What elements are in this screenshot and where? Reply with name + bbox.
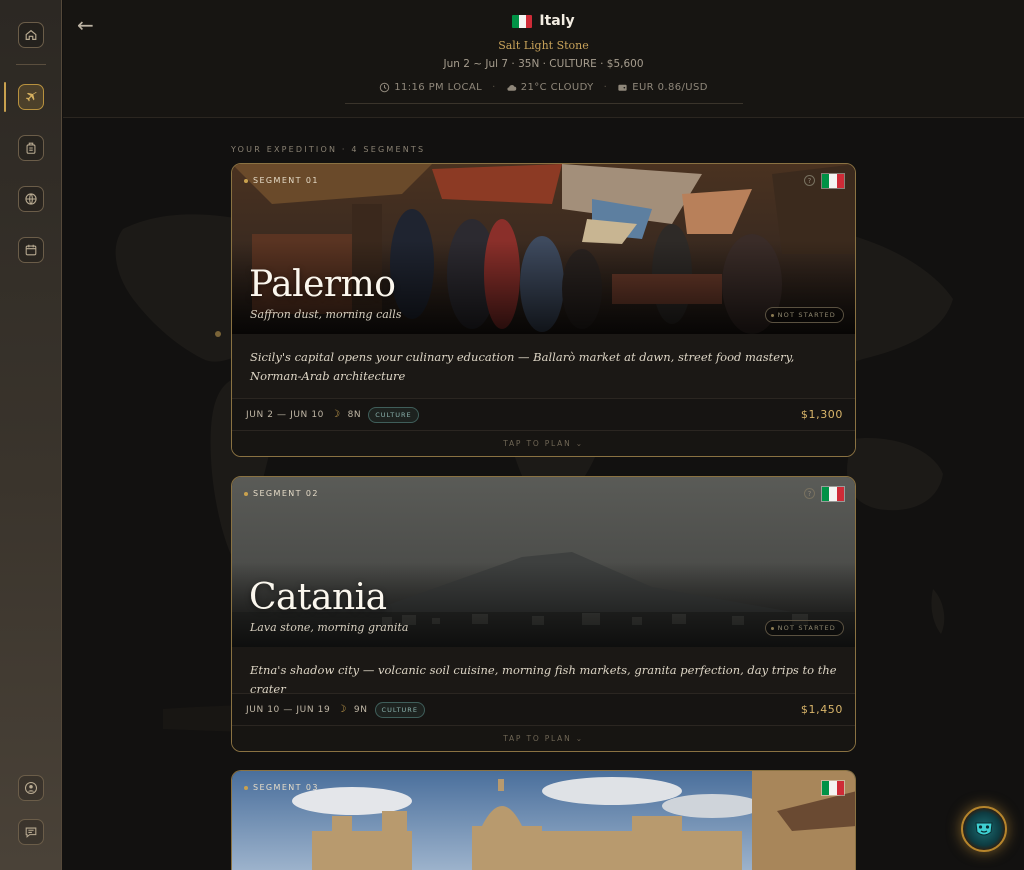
segment-tag: SEGMENT 01 xyxy=(244,176,319,185)
segment-description: Sicily's capital opens your culinary edu… xyxy=(232,334,855,398)
currency-rate: EUR 0.86/USD xyxy=(617,82,708,93)
luggage-button[interactable] xyxy=(18,135,44,161)
segment-card-palermo[interactable]: SEGMENT 01 ? Palermo Saffron dust, morni… xyxy=(231,163,856,457)
sidebar-divider xyxy=(16,64,46,65)
separator: · xyxy=(603,82,608,93)
tap-to-plan-button[interactable]: TAP TO PLAN ⌄ xyxy=(232,430,855,456)
wallet-icon xyxy=(618,84,627,91)
chat-icon xyxy=(25,827,37,838)
status-badge: NOT STARTED xyxy=(764,307,844,323)
segment-image: SEGMENT 01 ? Palermo Saffron dust, morni… xyxy=(232,164,855,334)
page-title: Italy xyxy=(539,13,575,29)
segment-tagline: Lava stone, morning granita xyxy=(250,621,409,634)
status-row: 11:16 PM LOCAL · 21°C CLOUDY · EUR 0.86/… xyxy=(63,82,1024,93)
segment-card-3[interactable]: SEGMENT 03 xyxy=(231,770,856,870)
segment-tag: SEGMENT 03 xyxy=(244,783,319,792)
segment-footer: JUN 10 — JUN 19 ☽ 9N CULTURE $1,450 xyxy=(232,693,855,725)
home-button[interactable] xyxy=(18,22,44,48)
globe-icon xyxy=(25,193,37,205)
trips-button[interactable] xyxy=(18,84,44,110)
segment-tag: SEGMENT 02 xyxy=(244,489,319,498)
cloud-icon xyxy=(507,85,516,91)
italy-flag-icon xyxy=(821,780,845,796)
segment-city: Catania xyxy=(249,577,387,618)
moon-icon: ☽ xyxy=(330,409,341,420)
luggage-icon xyxy=(26,142,36,154)
local-time: 11:16 PM LOCAL xyxy=(379,82,482,93)
separator: · xyxy=(492,82,496,93)
plane-icon xyxy=(25,91,37,102)
italy-flag-icon xyxy=(821,486,845,502)
segment-dates: JUN 10 — JUN 19 xyxy=(246,704,331,715)
segment-tagline: Saffron dust, morning calls xyxy=(250,308,402,321)
status-badge: NOT STARTED xyxy=(764,620,844,636)
italy-flag-icon xyxy=(512,14,533,28)
moon-icon: ☽ xyxy=(337,704,347,715)
segment-city: Palermo xyxy=(249,264,396,305)
italy-flag-icon xyxy=(821,173,845,189)
segment-nights: 9N xyxy=(353,704,368,715)
segment-card-catania[interactable]: SEGMENT 02 ? Catania Lava stone, morning… xyxy=(231,476,856,752)
mask-icon xyxy=(975,822,993,836)
assistant-button[interactable] xyxy=(961,806,1007,852)
calendar-button[interactable] xyxy=(18,237,44,263)
section-label: YOUR EXPEDITION · 4 SEGMENTS xyxy=(231,145,426,154)
segment-description: Etna's shadow city — volcanic soil cuisi… xyxy=(232,647,855,696)
trip-subtitle: Salt Light Stone xyxy=(498,39,589,52)
segment-price: $1,300 xyxy=(800,408,843,421)
globe-button[interactable] xyxy=(18,186,44,212)
category-badge: CULTURE xyxy=(368,406,419,423)
user-icon xyxy=(24,781,38,795)
chat-button[interactable] xyxy=(18,819,44,845)
profile-button[interactable] xyxy=(18,775,44,801)
info-icon[interactable]: ? xyxy=(804,175,815,186)
segment-dates: JUN 2 — JUN 10 xyxy=(246,409,324,420)
segment-footer: JUN 2 — JUN 10 ☽ 8N CULTURE $1,300 xyxy=(232,398,855,430)
header: ← Italy Salt Light Stone Jun 2 ~ Jul 7 ·… xyxy=(63,0,1024,118)
trip-meta: Jun 2 ~ Jul 7 · 35N · CULTURE · $5,600 xyxy=(443,58,644,70)
sidebar xyxy=(0,0,62,870)
segment-price: $1,450 xyxy=(800,703,843,716)
tap-to-plan-button[interactable]: TAP TO PLAN ⌄ xyxy=(232,725,855,751)
info-icon[interactable]: ? xyxy=(804,488,815,499)
calendar-icon xyxy=(25,244,37,256)
clock-icon xyxy=(379,82,390,93)
active-indicator xyxy=(4,82,6,112)
home-icon xyxy=(25,29,37,40)
category-badge: CULTURE xyxy=(374,701,425,718)
weather: 21°C CLOUDY xyxy=(506,82,594,93)
title-row: Italy xyxy=(63,13,1024,29)
header-divider xyxy=(345,103,743,104)
segment-nights: 8N xyxy=(347,409,362,420)
baroque-town-photo xyxy=(232,771,855,870)
segment-image: SEGMENT 03 xyxy=(232,771,855,870)
segment-image: SEGMENT 02 ? Catania Lava stone, morning… xyxy=(232,477,855,647)
